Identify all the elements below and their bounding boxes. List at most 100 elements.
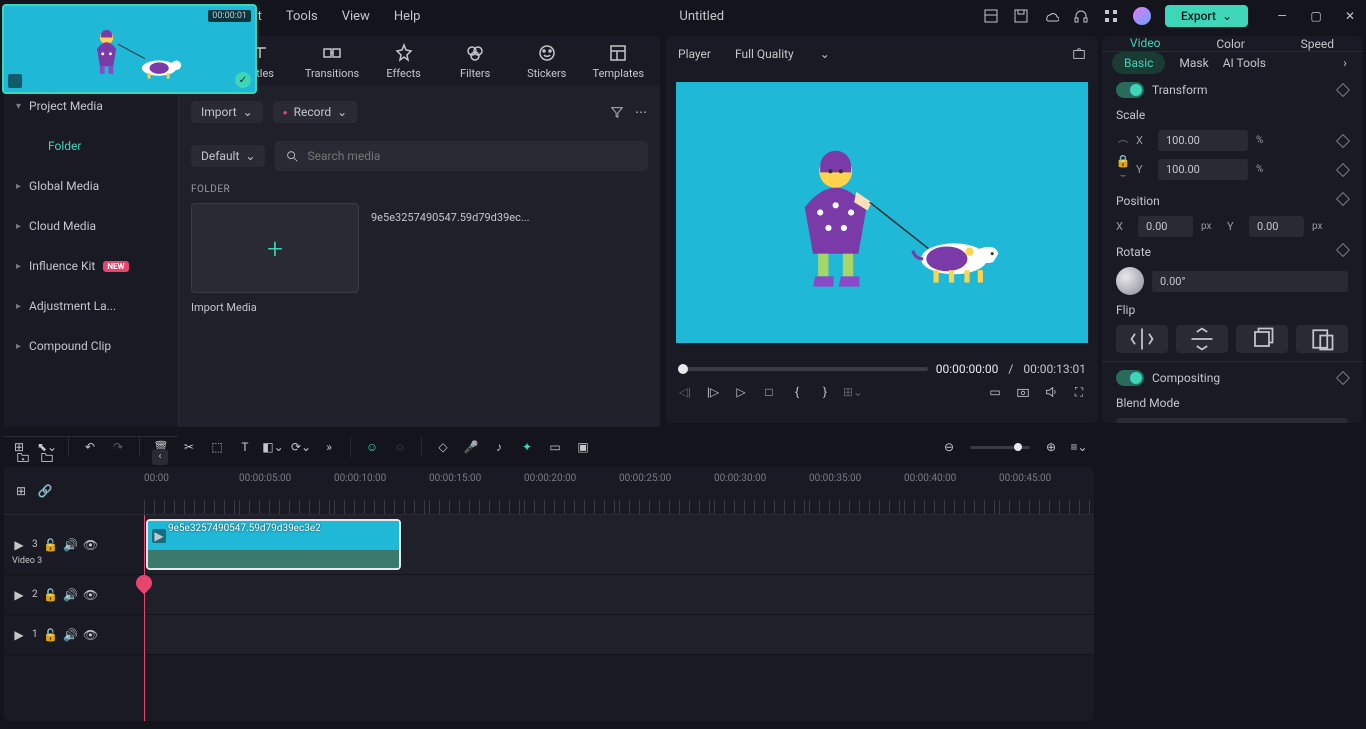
adjust-icon[interactable]: ◧⌄ <box>266 440 280 454</box>
voiceover-icon[interactable]: 🎤 <box>464 440 478 454</box>
filter-icon[interactable] <box>610 105 624 119</box>
marker-icon[interactable]: ◇ <box>436 440 450 454</box>
flip-horizontal-button[interactable] <box>1116 325 1168 353</box>
keyframe-diamond-icon[interactable] <box>1336 133 1350 147</box>
prev-frame-icon[interactable]: ◁| <box>678 385 692 399</box>
keyframe-diamond-icon[interactable] <box>1336 192 1350 206</box>
view-options-icon[interactable]: ≡⌄ <box>1072 440 1086 454</box>
visibility-icon[interactable]: 👁 <box>84 588 98 602</box>
headphones-icon[interactable] <box>1073 8 1089 24</box>
sidebar-global-media[interactable]: ▸Global Media <box>4 166 178 206</box>
fullscreen-icon[interactable]: ⛶ <box>1072 385 1086 399</box>
render-icon[interactable]: ▭ <box>548 440 562 454</box>
stop-icon[interactable]: □ <box>762 385 776 399</box>
ai-icon[interactable]: ☺ <box>365 440 379 454</box>
zoom-in-icon[interactable]: ⊕ <box>1044 440 1058 454</box>
minimize-icon[interactable]: — <box>1274 8 1290 24</box>
record-dropdown[interactable]: ●Record⌄ <box>273 101 358 123</box>
add-track-icon[interactable]: ⊞ <box>14 484 28 498</box>
mute-icon[interactable]: 🔊 <box>64 538 78 552</box>
scale-y-input[interactable] <box>1158 159 1248 180</box>
visibility-icon[interactable]: 👁 <box>84 628 98 642</box>
subtab-basic[interactable]: Basic <box>1112 52 1165 74</box>
music-icon[interactable]: ♪ <box>492 440 506 454</box>
menu-view[interactable]: View <box>342 9 370 24</box>
import-media-card[interactable]: + Import Media <box>191 203 359 314</box>
prop-tab-speed[interactable]: Speed <box>1301 37 1334 51</box>
export-button[interactable]: Export⌄ <box>1165 5 1248 27</box>
snapshot-icon[interactable] <box>1072 47 1086 61</box>
flip-vertical-button[interactable] <box>1176 325 1228 353</box>
mute-icon[interactable]: 🔊 <box>64 628 78 642</box>
play-icon[interactable]: ▷ <box>734 385 748 399</box>
snapshot-tool-icon[interactable]: ▣ <box>576 440 590 454</box>
scale-x-input[interactable] <box>1158 130 1248 151</box>
search-box[interactable] <box>275 141 648 171</box>
media-clip-card[interactable]: 00:00:01 ✓ 9e5e3257490547.59d79d39ec... <box>371 203 539 314</box>
transform-toggle[interactable] <box>1116 82 1144 98</box>
tab-effects[interactable]: Effects <box>370 36 438 86</box>
compare-icon[interactable]: ⊞⌄ <box>846 385 860 399</box>
rotate-knob[interactable] <box>1116 267 1144 295</box>
rotate-input[interactable] <box>1152 271 1348 292</box>
copy-button[interactable] <box>1236 325 1288 353</box>
tab-templates[interactable]: Templates <box>585 36 653 86</box>
zoom-out-icon[interactable]: ⊖ <box>942 440 956 454</box>
tab-stickers[interactable]: Stickers <box>513 36 581 86</box>
play-pause-icon[interactable]: |▷ <box>706 385 720 399</box>
blend-mode-select[interactable]: Normal⌄ <box>1116 418 1348 423</box>
maximize-icon[interactable]: ▢ <box>1308 8 1324 24</box>
color-icon[interactable]: ◌ <box>393 440 407 454</box>
more-tools-icon[interactable]: » <box>322 440 336 454</box>
sidebar-influence-kit[interactable]: ▸Influence KitNEW <box>4 246 178 286</box>
lock-icon[interactable]: 🔓 <box>44 538 58 552</box>
sidebar-cloud-media[interactable]: ▸Cloud Media <box>4 206 178 246</box>
pos-x-input[interactable] <box>1138 216 1193 237</box>
split-icon[interactable]: ✂ <box>182 440 196 454</box>
more-icon[interactable]: ⋯ <box>634 105 648 119</box>
text-icon[interactable]: T <box>238 440 252 454</box>
chevron-right-icon[interactable]: › <box>1338 56 1352 70</box>
tab-transitions[interactable]: Transitions <box>298 36 366 86</box>
new-folder-icon[interactable] <box>16 450 30 464</box>
keyframe-diamond-icon[interactable] <box>1336 83 1350 97</box>
menu-help[interactable]: Help <box>394 9 421 24</box>
user-avatar[interactable] <box>1133 7 1151 25</box>
playhead[interactable] <box>144 515 145 721</box>
compositing-toggle[interactable] <box>1116 370 1144 386</box>
lock-icon[interactable]: 🔓 <box>44 628 58 642</box>
preview-scrubber[interactable] <box>678 367 928 371</box>
menu-tools[interactable]: Tools <box>286 9 318 24</box>
keyframe-icon[interactable]: ✦ <box>520 440 534 454</box>
mark-out-icon[interactable]: } <box>818 385 832 399</box>
save-icon[interactable] <box>1013 8 1029 24</box>
volume-icon[interactable] <box>1044 385 1058 399</box>
layout-icon[interactable] <box>983 8 999 24</box>
collapse-sidebar-button[interactable]: ‹ <box>152 449 168 465</box>
lock-icon[interactable]: 🔒 <box>1116 154 1130 168</box>
apps-icon[interactable] <box>1103 8 1119 24</box>
search-input[interactable] <box>307 149 638 163</box>
keyframe-diamond-icon[interactable] <box>1336 162 1350 176</box>
cloud-icon[interactable] <box>1043 8 1059 24</box>
tab-filters[interactable]: Filters <box>441 36 509 86</box>
subtab-ai-tools[interactable]: AI Tools <box>1223 56 1266 70</box>
keyframe-diamond-icon[interactable] <box>1336 371 1350 385</box>
link-icon[interactable]: 🔗 <box>38 484 52 498</box>
mark-in-icon[interactable]: { <box>790 385 804 399</box>
keyframe-diamond-icon[interactable] <box>1336 243 1350 257</box>
sort-dropdown[interactable]: Default⌄ <box>191 145 265 167</box>
sidebar-compound-clip[interactable]: ▸Compound Clip <box>4 326 178 366</box>
visibility-icon[interactable]: 👁 <box>84 538 98 552</box>
crop-icon[interactable]: ⬚ <box>210 440 224 454</box>
folder-icon[interactable] <box>40 450 54 464</box>
camera-icon[interactable] <box>1016 385 1030 399</box>
quality-dropdown[interactable]: Full Quality⌄ <box>725 43 840 65</box>
import-dropdown[interactable]: Import⌄ <box>191 101 263 123</box>
time-ruler[interactable]: 00:00 00:00:05:00 00:00:10:00 00:00:15:0… <box>144 467 1094 514</box>
close-icon[interactable]: ✕ <box>1342 8 1358 24</box>
subtab-mask[interactable]: Mask <box>1179 56 1208 70</box>
timeline-clip[interactable]: ▶ 9e5e3257490547.59d79d39ec3e2 <box>146 519 401 570</box>
display-icon[interactable]: ▭ <box>988 385 1002 399</box>
zoom-slider[interactable] <box>970 446 1030 449</box>
